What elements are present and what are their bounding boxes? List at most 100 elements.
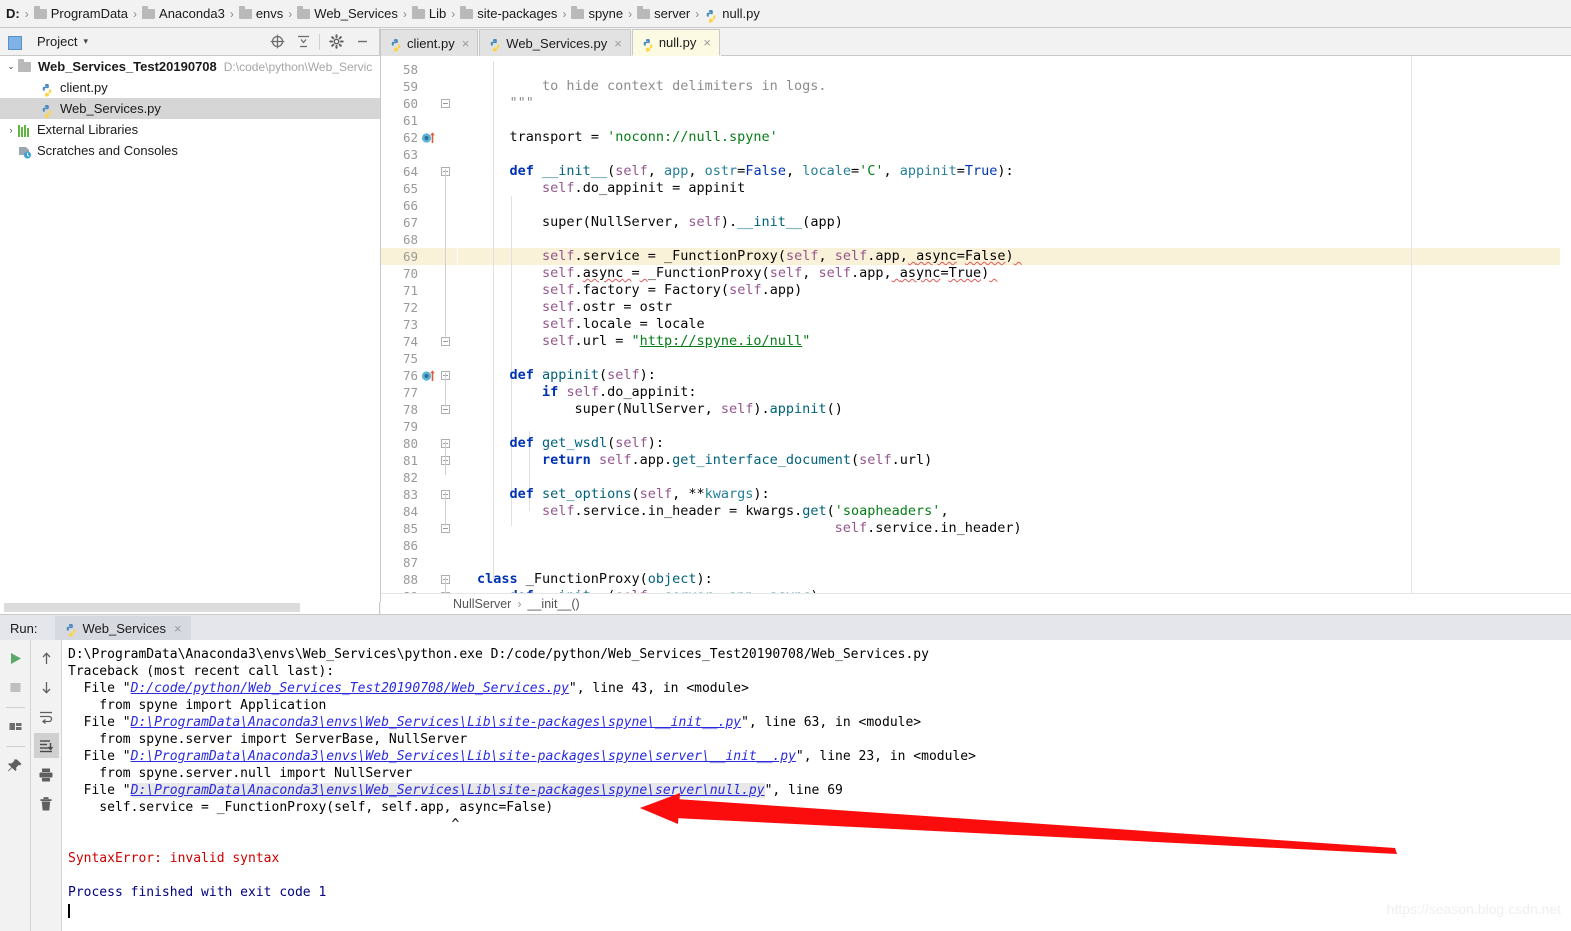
nav-crumb-nullserver[interactable]: NullServer [453,597,511,611]
code-area[interactable]: 58 59 to hide context delimiters in logs.… [381,56,1571,593]
tree-item-scratches-and-consoles[interactable]: Scratches and Consoles [0,140,380,161]
collapse-all-icon[interactable] [290,29,316,55]
console-traceback-file-line[interactable]: File "D:\ProgramData\Anaconda3\envs\Web_… [68,714,1571,731]
code-line[interactable]: self.url = "http://spyne.io/null" [477,333,810,350]
chevron-down-icon[interactable]: ▾ [83,36,88,47]
code-line[interactable]: self.async = _FunctionProxy(self, self.a… [477,265,997,282]
code-line[interactable]: self.factory = Factory(self.app) [477,282,802,299]
breadcrumb-item-label: Anaconda3 [159,6,225,21]
folder-icon [460,5,474,19]
breadcrumb-item-site-packages[interactable]: site-packages [460,5,557,21]
console-text: File " [68,715,131,730]
print-icon[interactable] [34,762,59,787]
minimize-icon[interactable] [349,29,375,55]
tree-twisty[interactable]: › [4,125,18,135]
console-file-link[interactable]: D:\ProgramData\Anaconda3\envs\Web_Servic… [131,749,796,764]
code-line[interactable]: super(NullServer, self).appinit() [477,401,843,418]
code-line[interactable]: class _FunctionProxy(object): [477,571,713,588]
soft-wrap-icon[interactable] [34,704,59,729]
editor-tab-label: Web_Services.py [506,35,608,51]
project-panel-header: Project ▾ [0,28,380,56]
breadcrumb-item-label: spyne [588,6,624,21]
code-line[interactable]: """ [477,95,534,112]
folder-icon [238,5,252,19]
code-line[interactable]: def set_options(self, **kwargs): [477,486,770,503]
breadcrumb-item-label: Lib [428,6,447,21]
code-line[interactable]: def appinit(self): [477,367,656,384]
editor-tab-label: client.py [407,35,455,51]
tree-item-label: Web_Services_Test20190708 [38,59,217,74]
code-line[interactable]: self.do_appinit = appinit [477,180,745,197]
code-line[interactable]: def __init__(self, app, ostr=False, loca… [477,163,1014,180]
breadcrumb-item-anaconda3[interactable]: Anaconda3 [142,5,225,21]
line-number: 66 [402,198,418,213]
line-number: 67 [402,215,418,230]
line-number: 70 [402,266,418,281]
project-tree-hscrollbar[interactable] [0,602,380,614]
breadcrumb-item-web-services[interactable]: Web_Services [297,5,398,21]
breadcrumb-item-server[interactable]: server [637,5,690,21]
code-line[interactable]: self.locale = locale [477,316,705,333]
gear-icon[interactable] [323,29,349,55]
tree-twisty[interactable]: ⌄ [4,61,18,72]
editor-structure-breadcrumb[interactable]: NullServer › __init__() [381,593,1571,614]
breadcrumb-item-spyne[interactable]: spyne [571,5,624,21]
tree-item-web-services-py[interactable]: Web_Services.py [0,98,380,119]
editor-tab-web-services-py[interactable]: Web_Services.py × [479,29,631,56]
console-file-link[interactable]: D:/code/python/Web_Services_Test20190708… [131,681,569,696]
line-number: 63 [402,147,418,162]
console-traceback-file-line[interactable]: File "D:\ProgramData\Anaconda3\envs\Web_… [68,748,1571,765]
code-line[interactable]: return self.app.get_interface_document(s… [477,452,932,469]
run-icon[interactable] [3,646,28,671]
console-file-link[interactable]: D:\ProgramData\Anaconda3\envs\Web_Servic… [130,783,765,798]
project-tree[interactable]: ⌄ Web_Services_Test20190708 D:\code\python… [0,56,381,602]
editor-tab-null-py[interactable]: null.py × [631,29,720,56]
line-number: 80 [402,436,418,451]
tree-item-client-py[interactable]: client.py [0,77,380,98]
code-line[interactable]: transport = 'noconn://null.spyne' [477,129,778,146]
code-line[interactable]: to hide context delimiters in logs. [477,78,826,95]
run-console-output[interactable]: D:\ProgramData\Anaconda3\envs\Web_Servic… [62,640,1571,931]
locate-target-icon[interactable] [264,29,290,55]
override-method-icon[interactable] [421,130,439,145]
close-icon[interactable]: × [614,36,622,51]
breadcrumb-item-programdata[interactable]: ProgramData [33,5,128,21]
scroll-to-end-icon[interactable] [33,733,59,758]
code-line[interactable]: self.service = _FunctionProxy(self, self… [477,248,1022,265]
code-fold-toggle[interactable] [441,99,450,108]
code-line[interactable]: def get_wsdl(self): [477,435,664,452]
close-icon[interactable]: × [703,35,711,50]
code-line[interactable]: super(NullServer, self).__init__(app) [477,214,843,231]
scroll-down-icon[interactable] [34,675,59,700]
folder-icon [637,5,651,19]
layout-icon[interactable] [3,714,28,739]
console-line: ^ [68,817,460,832]
console-traceback-file-line[interactable]: File "D:/code/python/Web_Services_Test20… [68,680,1571,697]
line-number: 75 [402,351,418,366]
close-icon[interactable]: × [174,621,182,636]
scroll-up-icon[interactable] [34,646,59,671]
nav-crumb--init-[interactable]: __init__() [528,597,580,611]
console-file-link[interactable]: D:\ProgramData\Anaconda3\envs\Web_Servic… [131,715,741,730]
tree-item-web-services-test20190708[interactable]: ⌄ Web_Services_Test20190708 D:\code\python… [0,56,380,77]
override-method-icon[interactable] [421,368,439,383]
editor-vscrollbar[interactable] [1560,56,1571,593]
breadcrumb-item-d-[interactable]: D: [6,6,20,21]
code-line[interactable]: self.ostr = ostr [477,299,672,316]
breadcrumb-item-envs[interactable]: envs [238,5,283,21]
console-traceback-file-line[interactable]: File "D:\ProgramData\Anaconda3\envs\Web_… [68,782,1571,799]
editor-tab-client-py[interactable]: client.py × [380,29,479,56]
folder-icon [297,5,311,19]
pin-icon[interactable] [3,753,28,778]
breadcrumb-item-lib[interactable]: Lib [411,5,447,21]
code-editor[interactable]: 58 59 to hide context delimiters in logs.… [381,56,1571,593]
code-line[interactable]: self.service.in_header = kwargs.get('soa… [477,503,949,520]
code-line[interactable]: self.service.in_header) [477,520,1022,537]
tree-item-external-libraries[interactable]: › External Libraries [0,119,380,140]
code-line[interactable]: if self.do_appinit: [477,384,696,401]
run-tab-web-services[interactable]: Web_Services × [55,615,191,641]
close-icon[interactable]: × [462,36,470,51]
trash-icon[interactable] [34,791,59,816]
breadcrumb-item-null-py[interactable]: null.py [704,6,760,23]
stop-icon[interactable] [3,675,28,700]
